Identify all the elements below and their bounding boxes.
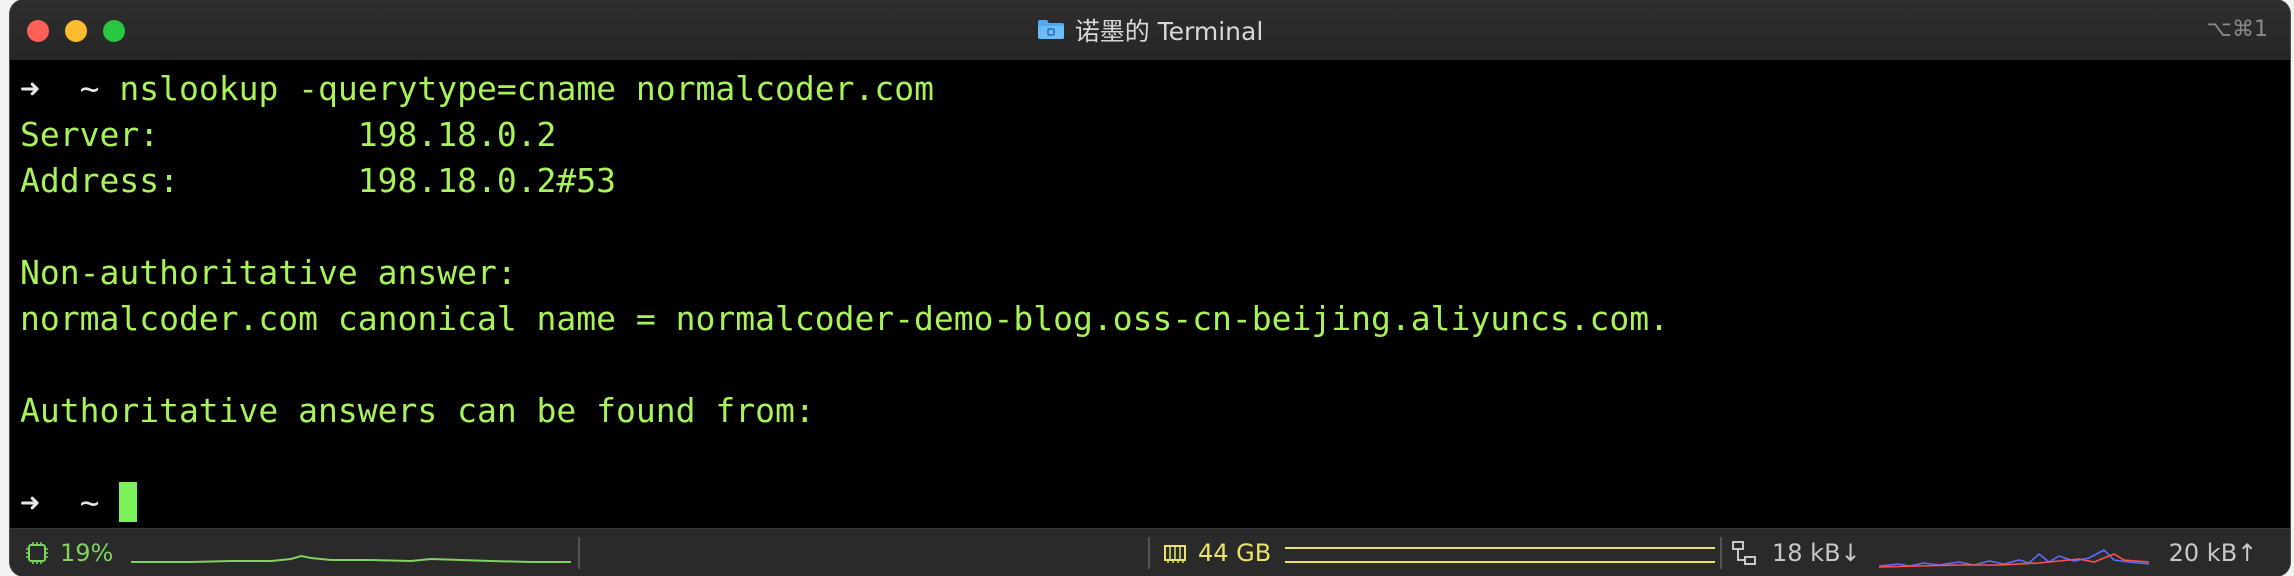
- prompt-directory: ~: [79, 483, 100, 522]
- prompt-arrow: ➜: [20, 483, 40, 522]
- output-line: Address: 198.18.0.2#53: [20, 161, 617, 200]
- title-bar[interactable]: 诺墨的 Terminal ⌥⌘1: [10, 0, 2290, 61]
- status-bar: 19% 44 GB 18 kB↓ 20 kB↑: [10, 528, 2290, 576]
- network-graph: [1878, 549, 2149, 568]
- prompt-arrow: ➜: [20, 69, 40, 108]
- memory-status[interactable]: 44 GB: [1162, 529, 1716, 576]
- prompt-directory: ~: [79, 69, 100, 108]
- prompt-line-active: ➜ ~: [20, 480, 138, 526]
- output-line: Server: 198.18.0.2: [20, 115, 557, 154]
- output-line: normalcoder.com canonical name = normalc…: [20, 299, 1670, 338]
- text-cursor[interactable]: [119, 481, 138, 522]
- output-line: Non-authoritative answer:: [20, 253, 517, 292]
- cpu-value: 19%: [60, 539, 114, 567]
- command-text: nslookup -querytype=cname normalcoder.co…: [119, 69, 934, 108]
- output-line: Authoritative answers can be found from:: [20, 391, 815, 430]
- folder-icon: [1037, 20, 1064, 39]
- window-title: 诺墨的 Terminal: [10, 0, 2290, 60]
- memory-graph: [1285, 547, 1716, 563]
- cpu-status[interactable]: 19%: [24, 529, 572, 576]
- terminal-window: 诺墨的 Terminal ⌥⌘1 ➜ ~ nslookup -querytype…: [10, 0, 2290, 576]
- prompt-line: ➜ ~ nslookup -querytype=cname normalcode…: [20, 66, 934, 112]
- network-upload: 20 kB↑: [2168, 539, 2258, 567]
- memory-value: 44 GB: [1198, 539, 1272, 567]
- cpu-graph: [131, 554, 572, 563]
- memory-icon: [1164, 545, 1186, 563]
- network-download: 18 kB↓: [1772, 539, 1861, 567]
- terminal-content[interactable]: ➜ ~ nslookup -querytype=cname normalcode…: [10, 60, 2290, 528]
- network-status[interactable]: 18 kB↓ 20 kB↑: [1730, 529, 2257, 576]
- window-shortcut: ⌥⌘1: [2206, 17, 2268, 42]
- cpu-icon: [26, 542, 48, 564]
- window-title-text: 诺墨的 Terminal: [1074, 17, 1264, 46]
- network-icon: [1732, 541, 1756, 565]
